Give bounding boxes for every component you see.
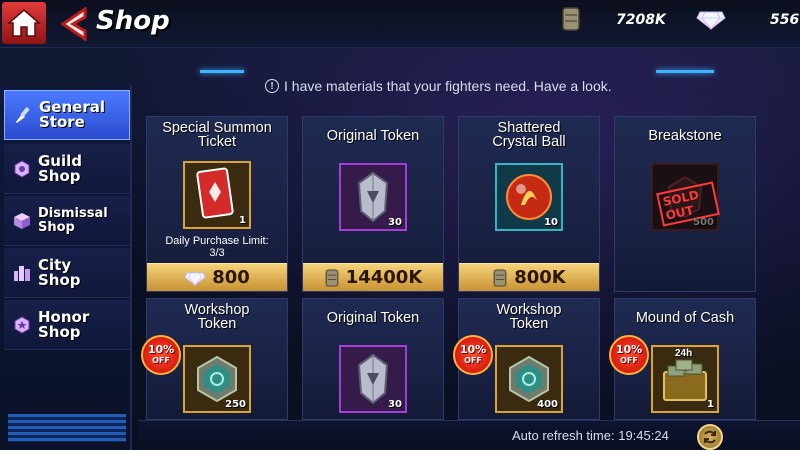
shop-message-text: I have materials that your fighters need… bbox=[284, 78, 612, 94]
token-crystal-icon bbox=[357, 353, 389, 405]
sidebar-item-label: General Store bbox=[39, 98, 105, 131]
crystal-ball-icon bbox=[506, 174, 552, 220]
guild-icon bbox=[14, 159, 30, 178]
cash-icon bbox=[325, 268, 339, 287]
discount-value: 10% bbox=[147, 343, 175, 356]
item-icon-box: 24h 1 bbox=[651, 345, 719, 413]
discount-suffix: OFF bbox=[620, 356, 638, 365]
item-name: Workshop Token bbox=[184, 302, 250, 332]
item-name: Original Token bbox=[326, 310, 420, 326]
sidebar-item-honor-shop[interactable]: Honor Shop bbox=[4, 300, 130, 350]
home-button[interactable] bbox=[2, 2, 46, 44]
shop-card-special-summon-ticket[interactable]: Special Summon Ticket 1 Daily Purchase L… bbox=[146, 116, 288, 292]
discount-suffix: OFF bbox=[464, 356, 482, 365]
item-icon-box: 10 bbox=[495, 163, 563, 231]
shop-card-workshop-token[interactable]: Workshop Token 250 10% OFF bbox=[141, 298, 288, 420]
purchase-limit: Daily Purchase Limit: 3/3 bbox=[165, 235, 269, 259]
shop-card-breakstone: Breakstone SOLD OUT 500 bbox=[614, 116, 756, 292]
glow-bar-left bbox=[200, 70, 244, 73]
sidebar-footer-decoration bbox=[8, 414, 126, 442]
item-icon-box: SOLD OUT 500 bbox=[651, 163, 720, 231]
cash-icon bbox=[493, 268, 507, 287]
item-quantity: 1 bbox=[239, 215, 246, 226]
honor-icon bbox=[14, 315, 30, 334]
item-quantity: 30 bbox=[388, 399, 402, 410]
home-icon bbox=[7, 9, 41, 37]
shop-card-original-token[interactable]: Original Token 30 14400K bbox=[302, 116, 444, 292]
item-quantity: 400 bbox=[537, 399, 558, 410]
item-quantity: 250 bbox=[225, 399, 246, 410]
cash-icon bbox=[562, 7, 580, 31]
item-icon-box: 30 bbox=[339, 345, 407, 413]
item-name: Special Summon Ticket bbox=[162, 120, 272, 150]
item-quantity: 500 bbox=[693, 217, 714, 228]
sidebar-item-guild-shop[interactable]: Guild Shop bbox=[4, 144, 130, 194]
cash-amount: 7208K bbox=[616, 12, 666, 28]
sidebar-item-general-store[interactable]: General Store bbox=[4, 90, 130, 140]
glow-bar-right bbox=[656, 70, 714, 73]
token-crystal-icon bbox=[357, 171, 389, 223]
price-value: 14400K bbox=[345, 267, 423, 288]
summon-ticket-icon bbox=[196, 167, 234, 219]
back-button[interactable] bbox=[58, 6, 90, 42]
sidebar-item-label: City Shop bbox=[38, 255, 81, 289]
item-name: Workshop Token bbox=[496, 302, 562, 332]
item-name: Mound of Cash bbox=[635, 310, 735, 326]
discount-badge: 10% OFF bbox=[141, 335, 181, 375]
item-name: Breakstone bbox=[648, 128, 722, 144]
sidebar-item-city-shop[interactable]: City Shop bbox=[4, 248, 130, 298]
sidebar: General Store Guild Shop Dismissal Shop … bbox=[0, 86, 132, 450]
sidebar-item-label: Honor Shop bbox=[38, 307, 90, 341]
gem-amount: 556 bbox=[770, 12, 800, 28]
shop-card-shattered-crystal-ball[interactable]: Shattered Crystal Ball 10 800K bbox=[458, 116, 600, 292]
item-name: Original Token bbox=[326, 128, 420, 144]
price-button[interactable]: 800K bbox=[459, 263, 599, 291]
discount-badge: 10% OFF bbox=[453, 335, 493, 375]
cash-pile-icon bbox=[663, 359, 707, 401]
discount-suffix: OFF bbox=[152, 356, 170, 365]
info-icon: ! bbox=[265, 79, 279, 93]
shop-card-workshop-token-2[interactable]: Workshop Token 400 10% OFF bbox=[453, 298, 600, 420]
discount-value: 10% bbox=[459, 343, 487, 356]
auto-refresh-text: Auto refresh time: 19:45:24 bbox=[512, 428, 669, 443]
item-icon-box: 250 bbox=[183, 345, 251, 413]
item-icon-box: 400 bbox=[495, 345, 563, 413]
workshop-token-icon bbox=[509, 355, 549, 403]
price-button[interactable]: 14400K bbox=[303, 263, 443, 291]
price-button[interactable]: 800 bbox=[147, 263, 287, 291]
item-timer: 24h bbox=[675, 348, 693, 359]
shop-message: ! I have materials that your fighters ne… bbox=[265, 78, 612, 94]
item-quantity: 10 bbox=[544, 217, 558, 228]
gem-icon bbox=[184, 272, 206, 286]
workshop-token-icon bbox=[197, 355, 237, 403]
item-quantity: 30 bbox=[388, 217, 402, 228]
refresh-icon bbox=[704, 430, 716, 444]
sidebar-item-label: Guild Shop bbox=[38, 151, 83, 185]
discount-value: 10% bbox=[615, 343, 643, 356]
page-title: Shop bbox=[96, 6, 170, 36]
sidebar-item-dismissal-shop[interactable]: Dismissal Shop bbox=[4, 196, 130, 246]
item-icon-box: 30 bbox=[339, 163, 407, 231]
item-icon-box: 1 bbox=[183, 161, 251, 229]
discount-badge: 10% OFF bbox=[609, 335, 649, 375]
price-value: 800K bbox=[514, 267, 566, 288]
cube-icon bbox=[14, 212, 30, 229]
item-quantity: 1 bbox=[707, 399, 714, 410]
back-arrow-icon bbox=[60, 7, 87, 41]
item-name: Shattered Crystal Ball bbox=[492, 120, 566, 150]
price-value: 800 bbox=[212, 267, 250, 288]
city-icon bbox=[14, 265, 30, 281]
sidebar-item-label: Dismissal Shop bbox=[38, 205, 108, 235]
shop-card-mound-of-cash[interactable]: Mound of Cash 24h 1 10% OFF bbox=[609, 298, 756, 420]
refresh-button[interactable] bbox=[697, 424, 723, 450]
top-bar: Shop 7208K 556 bbox=[0, 0, 800, 48]
brush-icon bbox=[16, 106, 30, 123]
gem-icon bbox=[696, 11, 726, 30]
shop-card-original-token-2[interactable]: Original Token 30 bbox=[302, 298, 444, 420]
